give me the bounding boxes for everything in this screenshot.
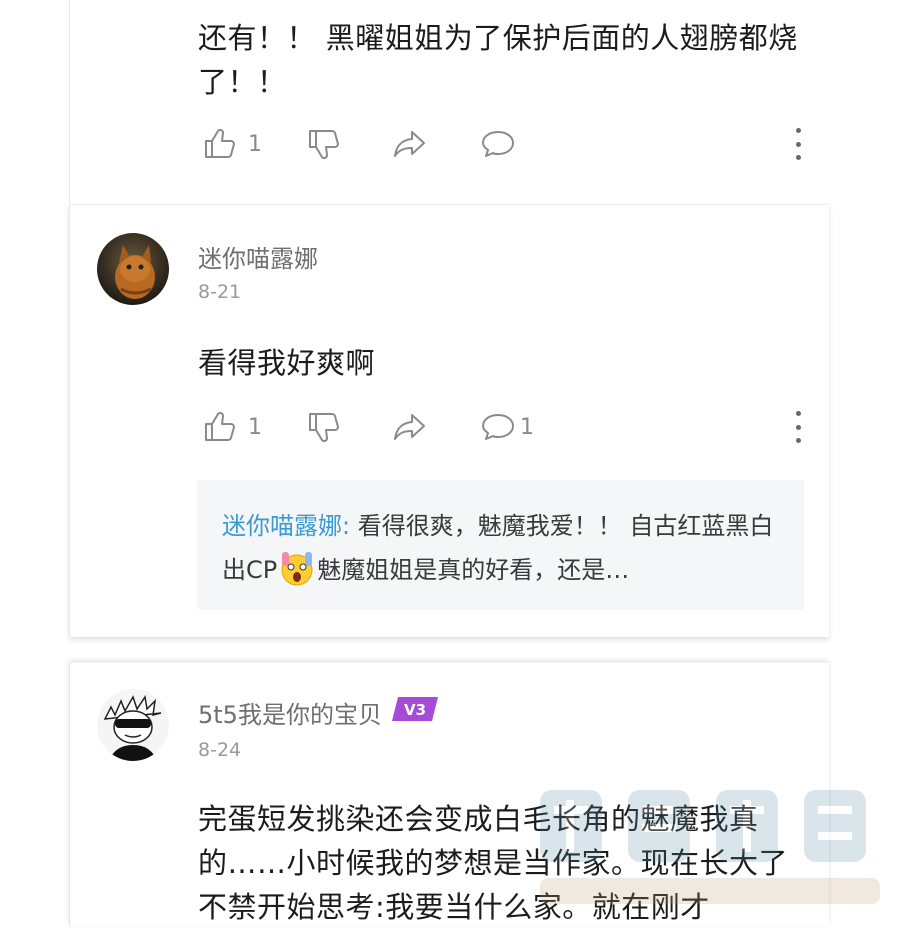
like-button[interactable]: 1: [202, 407, 262, 447]
vip-level-badge-icon: V3: [391, 697, 438, 721]
comment-card: 迷你喵露娜 8-21 看得我好爽啊 1 1 迷你喵露娜: 看得很爽，魅魔我爱！！…: [69, 204, 829, 637]
comment-button[interactable]: 1: [480, 407, 534, 447]
comment-actions: 1 1: [202, 407, 802, 447]
thumbs-down-icon: [309, 130, 339, 160]
reply-count: 1: [520, 414, 534, 440]
dislike-button[interactable]: [306, 124, 342, 164]
comment-date: 8-21: [198, 281, 242, 303]
character-avatar-image: [97, 689, 169, 761]
more-vertical-icon: [795, 411, 801, 416]
like-button[interactable]: 1: [202, 124, 262, 164]
cat-avatar-image: [97, 233, 169, 305]
comment-card: 还有！！ 黑曜姐姐为了保护后面的人翅膀都烧了！！ 1: [69, 0, 829, 203]
share-button[interactable]: [392, 407, 428, 447]
comment-button[interactable]: [480, 124, 516, 164]
edge-partial-glyph: ): [0, 144, 2, 174]
comment-bubble-icon: [482, 131, 514, 157]
more-options-button[interactable]: [788, 409, 808, 445]
comment-date: 8-24: [198, 739, 242, 761]
username[interactable]: 迷你喵露娜: [198, 239, 318, 274]
thumbs-down-icon: [309, 413, 339, 443]
shocked-face-emoji-icon: [281, 552, 313, 586]
avatar[interactable]: [97, 233, 169, 305]
comment-bubble-icon: [482, 414, 514, 440]
username-text: 5t5我是你的宝贝: [198, 701, 382, 729]
reply-author[interactable]: 迷你喵露娜:: [222, 512, 350, 540]
comment-body: 还有！！ 黑曜姐姐为了保护后面的人翅膀都烧了！！: [198, 21, 798, 99]
comment-body: 看得我好爽啊: [198, 346, 376, 380]
share-button[interactable]: [392, 124, 428, 164]
thumbs-up-icon: [205, 411, 235, 441]
reply-preview-text: 迷你喵露娜: 看得很爽，魅魔我爱！！ 自古红蓝黑白出CP 魅魔姐姐是真的好看，还…: [222, 504, 782, 592]
comment-card: 5t5我是你的宝贝 V3 8-24 完蛋短发挑染还会变成白毛长角的魅魔我真的………: [69, 662, 829, 926]
more-vertical-icon: [795, 128, 801, 133]
share-arrow-icon: [394, 414, 425, 440]
badge-label: V3: [404, 701, 426, 719]
comment-body: 完蛋短发挑染还会变成白毛长角的魅魔我真的……小时候我的梦想是当作家。现在长大了不…: [198, 802, 789, 924]
reply-text-part: 魅魔姐姐是真的好看，还是…: [317, 556, 630, 584]
more-options-button[interactable]: [788, 126, 808, 162]
like-count: 1: [248, 131, 262, 157]
avatar[interactable]: [97, 689, 169, 761]
reply-preview[interactable]: 迷你喵露娜: 看得很爽，魅魔我爱！！ 自古红蓝黑白出CP 魅魔姐姐是真的好看，还…: [197, 480, 804, 610]
comment-actions: 1: [202, 124, 802, 164]
dislike-button[interactable]: [306, 407, 342, 447]
like-count: 1: [248, 414, 262, 440]
username[interactable]: 5t5我是你的宝贝 V3: [198, 695, 438, 730]
share-arrow-icon: [394, 131, 425, 157]
thumbs-up-icon: [205, 128, 235, 158]
